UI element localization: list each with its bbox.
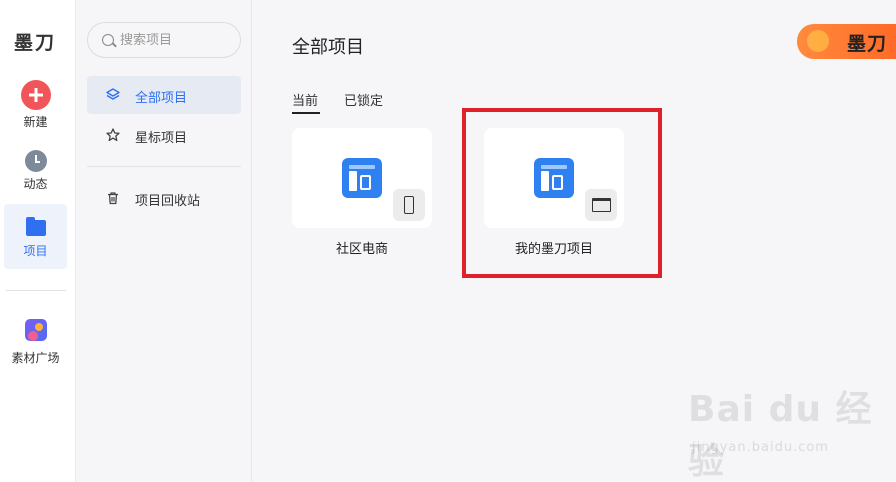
project-app-icon	[342, 158, 382, 198]
nav-item-trash[interactable]: 项目回收站	[87, 179, 241, 217]
banner-decoration	[807, 30, 829, 52]
main-content: 全部项目 墨刀 当前 已锁定 社区电商 我的墨刀项目 Bai du 经验 jin…	[252, 0, 896, 482]
trash-icon	[108, 192, 118, 205]
layers-icon	[106, 88, 120, 100]
rail-item-label: 素材广场	[11, 351, 60, 365]
left-rail: 墨刀 新建 动态 项目 素材广场	[0, 0, 76, 482]
nav-item-label: 项目回收站	[135, 194, 201, 209]
rail-item-label: 新建	[23, 115, 48, 129]
nav-item-label: 全部项目	[135, 91, 188, 106]
highlight-annotation	[462, 108, 662, 278]
sidebar-divider	[87, 166, 241, 167]
nav-item-all-projects[interactable]: 全部项目	[87, 76, 241, 114]
search-input[interactable]	[120, 31, 230, 49]
tab-current[interactable]: 当前	[292, 90, 321, 114]
project-card[interactable]	[292, 128, 432, 228]
promo-banner[interactable]: 墨刀	[797, 24, 896, 59]
project-sidebar: 全部项目 星标项目 项目回收站	[76, 0, 252, 482]
search-box[interactable]	[87, 22, 241, 58]
plus-icon	[20, 80, 51, 110]
device-badge	[393, 189, 425, 221]
app-logo[interactable]: 墨刀	[14, 28, 56, 55]
clock-icon	[24, 150, 47, 172]
watermark: Bai du 经验	[688, 389, 873, 482]
folder-icon	[25, 217, 46, 236]
banner-logo-text: 墨刀	[847, 33, 888, 55]
rail-item-label: 动态	[23, 177, 48, 191]
watermark-url: jingyan.baidu.com	[692, 440, 829, 455]
rail-divider	[6, 290, 66, 291]
phone-icon	[404, 196, 414, 214]
search-icon	[102, 34, 114, 46]
nav-item-starred[interactable]: 星标项目	[87, 116, 241, 154]
rail-item-label: 项目	[23, 244, 48, 258]
tab-locked[interactable]: 已锁定	[344, 90, 383, 109]
star-icon	[106, 128, 120, 142]
gallery-icon	[24, 319, 47, 341]
project-name[interactable]: 社区电商	[292, 238, 432, 257]
nav-item-label: 星标项目	[135, 131, 188, 146]
rail-item-projects[interactable]: 项目	[4, 204, 67, 269]
page-title: 全部项目	[292, 37, 364, 58]
rail-item-new[interactable]: 新建	[4, 80, 67, 132]
rail-item-activity[interactable]: 动态	[4, 150, 67, 198]
rail-item-materials[interactable]: 素材广场	[4, 319, 67, 367]
